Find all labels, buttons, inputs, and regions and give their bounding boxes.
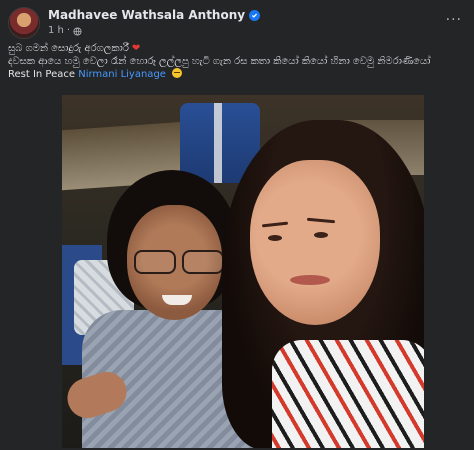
heart-icon: ❤ [131, 43, 141, 54]
author-row: Madhavee Wathsala Anthony [48, 8, 261, 23]
glasses-lens-right [182, 250, 224, 274]
post-line-1-text: සුබ ගමන් සොදුරු අරගලකාරී [8, 43, 129, 54]
person-right-eye-right [314, 232, 328, 238]
post-line-2: දවසක ආයෙ හමු වෙලා රෑන් හොරූ ලල්ලපු හැටි … [8, 56, 431, 67]
post-photo[interactable] [62, 95, 424, 448]
post-line-1: සුබ ගමන් සොදුරු අරගලකාරී ❤ [8, 42, 468, 55]
post-time[interactable]: 1 h [48, 23, 64, 38]
post-header: Madhavee Wathsala Anthony 1 h · [8, 6, 261, 40]
person-right-eye-left [268, 235, 282, 241]
mention-link[interactable]: Nirmani Liyanage [78, 69, 166, 80]
person-right-body [272, 340, 424, 448]
sad-face-emoji [172, 68, 183, 78]
person-left-glasses [132, 250, 224, 274]
post-line-3-text: Rest In Peace [8, 69, 76, 80]
avatar[interactable] [8, 7, 40, 39]
post-subline: 1 h · [48, 23, 260, 38]
globe-icon[interactable] [73, 26, 82, 36]
person-right-face [250, 160, 380, 325]
separator-dot: · [66, 25, 71, 36]
glasses-lens-left [134, 250, 176, 274]
post-card: Madhavee Wathsala Anthony 1 h · ··· සුබ … [0, 0, 474, 450]
verified-badge-icon [249, 10, 261, 21]
post-meta: Madhavee Wathsala Anthony 1 h · [48, 8, 261, 38]
person-right-lips [290, 275, 330, 285]
more-options-icon[interactable]: ··· [446, 12, 462, 28]
post-line-3: Rest In Peace Nirmani Liyanage [8, 68, 468, 81]
author-name[interactable]: Madhavee Wathsala Anthony [48, 8, 245, 23]
post-text: සුබ ගමන් සොදුරු අරගලකාරී ❤ දවසක ආයෙ හමු ව… [8, 42, 468, 81]
